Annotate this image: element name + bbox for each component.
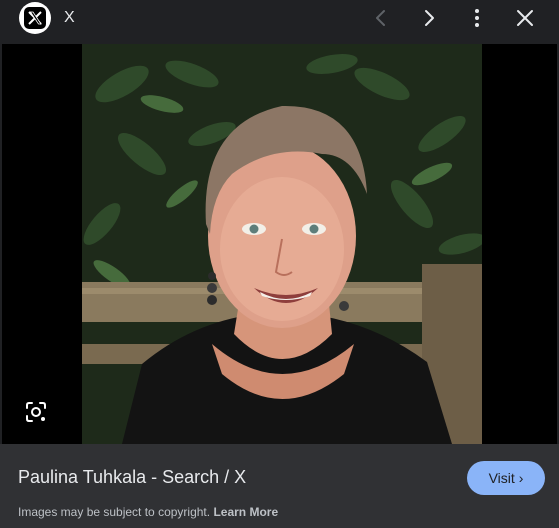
visit-button[interactable]: Visit ›: [467, 461, 545, 495]
header-bar: X: [0, 0, 559, 44]
preview-image[interactable]: [82, 44, 482, 444]
copyright-text: Images may be subject to copyright.: [18, 505, 211, 519]
learn-more-link[interactable]: Learn More: [213, 505, 278, 519]
chevron-right-icon[interactable]: [417, 6, 441, 30]
result-title[interactable]: Paulina Tuhkala - Search / X: [18, 467, 246, 488]
copyright-notice: Images may be subject to copyright. Lear…: [18, 505, 278, 519]
close-icon[interactable]: [513, 6, 537, 30]
visit-button-label: Visit: [488, 470, 515, 486]
source-name[interactable]: X: [64, 9, 75, 27]
google-lens-icon[interactable]: [24, 400, 48, 424]
more-vert-icon[interactable]: [465, 6, 489, 30]
chevron-left-icon[interactable]: [369, 6, 393, 30]
x-logo-icon: [24, 7, 46, 29]
chevron-right-icon: ›: [518, 470, 524, 486]
image-viewer: [2, 44, 557, 444]
result-footer: Paulina Tuhkala - Search / X Visit › Ima…: [0, 444, 559, 528]
source-logo[interactable]: [19, 2, 51, 34]
